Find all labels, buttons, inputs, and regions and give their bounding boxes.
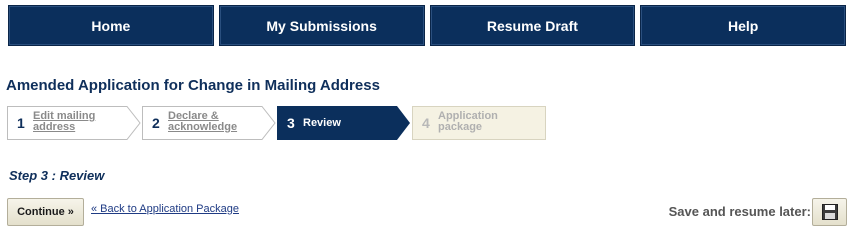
nav-resume-draft-button[interactable]: Resume Draft: [429, 5, 636, 46]
step-1-number: 1: [17, 115, 25, 131]
step-2-declare-acknowledge[interactable]: 2 Declare & acknowledge: [142, 106, 276, 140]
save-and-resume-label: Save and resume later:: [668, 204, 811, 219]
step-2-number: 2: [152, 115, 160, 131]
nav-home-button[interactable]: Home: [8, 5, 214, 46]
step-1-edit-mailing-address[interactable]: 1 Edit mailing address: [7, 106, 141, 140]
nav-help-button[interactable]: Help: [640, 5, 846, 46]
nav-my-submissions-button[interactable]: My Submissions: [218, 5, 425, 46]
step-1-label[interactable]: Edit mailing address: [33, 111, 123, 133]
floppy-disk-icon: [821, 204, 838, 220]
progress-steps: 1 Edit mailing address 2 Declare & ackno…: [7, 106, 547, 140]
step-2-label[interactable]: Declare & acknowledge: [168, 111, 258, 133]
step-4-label: Application package: [438, 110, 498, 133]
step-3-number: 3: [287, 115, 295, 131]
step-4-number: 4: [422, 115, 430, 131]
step-4-application-package: 4 Application package: [412, 106, 546, 140]
save-and-resume-button[interactable]: [812, 198, 847, 226]
main-nav: Home My Submissions Resume Draft Help: [8, 5, 846, 46]
back-to-application-package-link[interactable]: « Back to Application Package: [91, 203, 239, 215]
current-step-heading: Step 3 : Review: [9, 168, 105, 183]
page-title: Amended Application for Change in Mailin…: [6, 77, 380, 94]
continue-button[interactable]: Continue »: [7, 198, 84, 226]
step-3-label: Review: [303, 117, 341, 129]
step-3-review: 3 Review: [277, 106, 411, 140]
